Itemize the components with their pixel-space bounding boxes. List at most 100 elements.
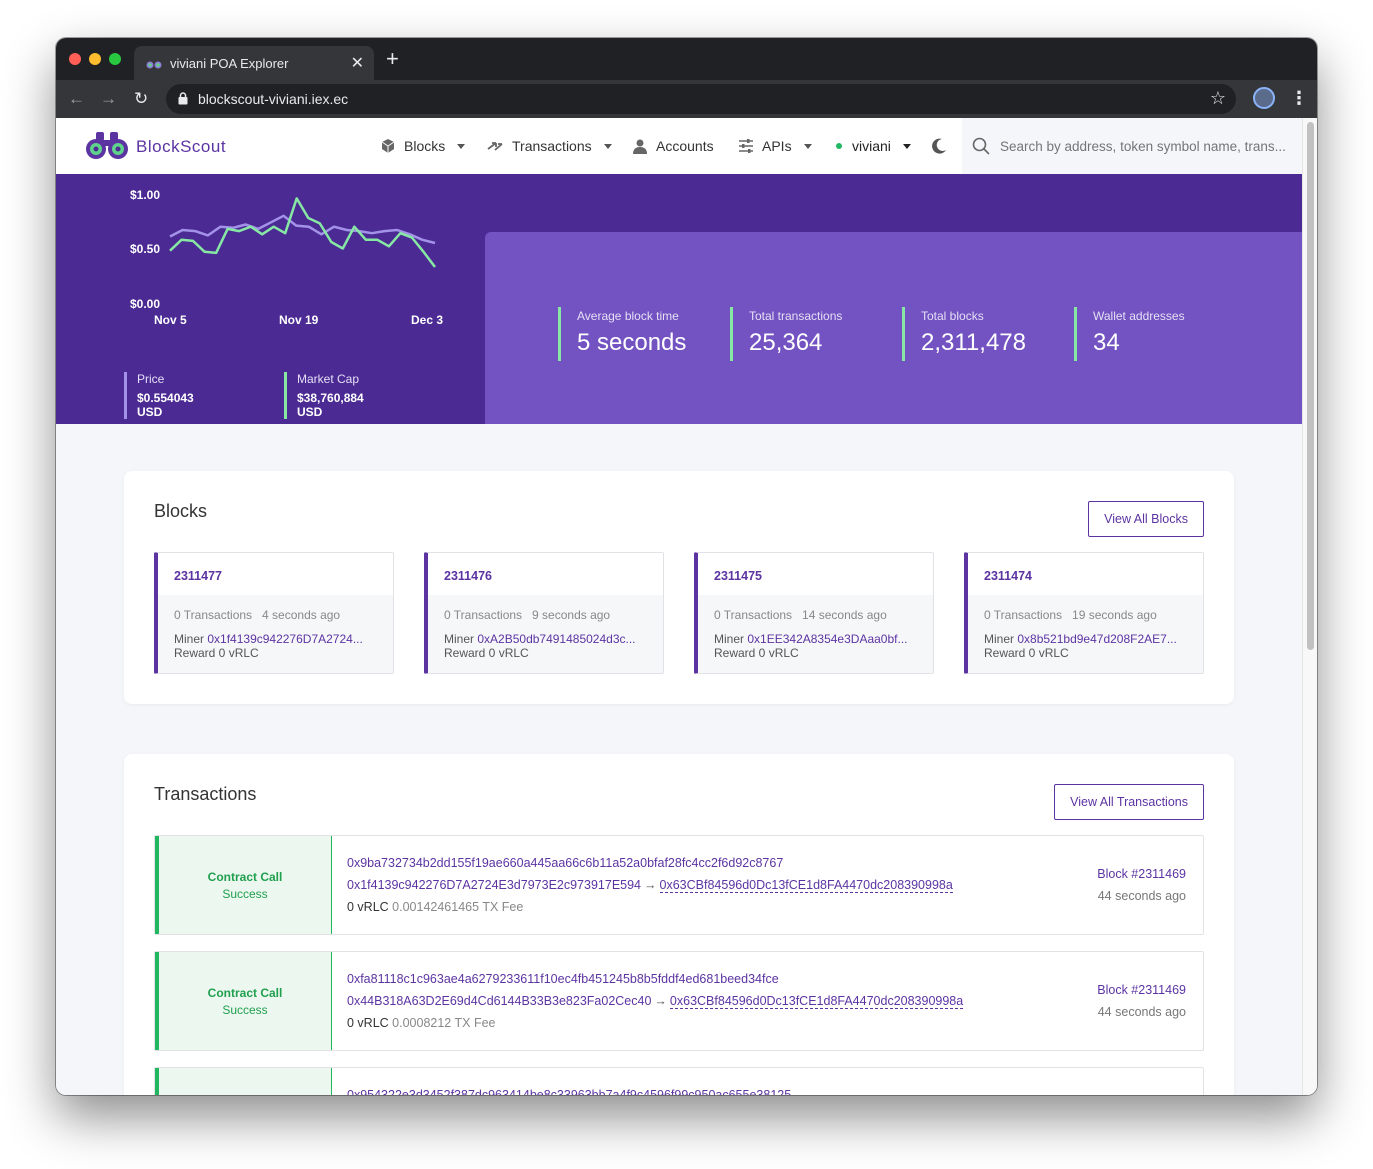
address-bar[interactable]: blockscout-viviani.iex.ec ☆ xyxy=(166,84,1236,114)
minimize-window-button[interactable] xyxy=(89,53,101,65)
forward-arrow-icon[interactable]: → xyxy=(100,89,117,109)
search-input[interactable] xyxy=(1000,135,1295,157)
block-tile: 2311477 0 Transactions 4 seconds ago Mine… xyxy=(154,552,394,674)
tx-status-panel xyxy=(155,1068,332,1095)
tx-fee-value: 0.00142461465 TX Fee xyxy=(392,900,524,914)
block-number-link[interactable]: 2311477 xyxy=(174,569,222,583)
arrow-right-icon: → xyxy=(654,994,667,1008)
miner-address-link[interactable]: 0x8b521bd9e47d208F2AE7... xyxy=(1017,632,1176,646)
url-text: blockscout-viviani.iex.ec xyxy=(198,91,349,107)
market-cap-value: $38,760,884 xyxy=(297,391,364,405)
back-arrow-icon[interactable]: ← xyxy=(68,89,85,109)
search-icon xyxy=(972,137,990,155)
transactions-card: Transactions View All Transactions Contr… xyxy=(124,754,1234,1095)
tx-status-panel: Contract Call Success xyxy=(155,952,332,1050)
block-number-link[interactable]: 2311476 xyxy=(444,569,492,583)
nav-apis[interactable]: APIs xyxy=(738,138,812,154)
block-miner: Miner 0x1EE342A8354e3DAaa0bf... xyxy=(714,632,907,646)
nav-accounts[interactable]: Accounts xyxy=(632,138,714,154)
tx-fee: 0 vRLC 0.0008212 TX Fee xyxy=(347,1016,496,1030)
network-selector[interactable]: viviani xyxy=(836,138,911,154)
stat-average-block-time: Average block time 5 seconds xyxy=(558,307,686,361)
lock-icon xyxy=(178,92,188,105)
nav-blocks-label: Blocks xyxy=(404,138,446,154)
nav-transactions-label: Transactions xyxy=(512,138,592,154)
market-cap-unit: USD xyxy=(297,405,323,419)
browser-tab[interactable]: viviani POA Explorer ✕ xyxy=(134,46,374,80)
miner-address-link[interactable]: 0x1EE342A8354e3DAaa0bf... xyxy=(747,632,907,646)
tx-status-panel: Contract Call Success xyxy=(155,836,332,934)
scrollbar-thumb[interactable] xyxy=(1307,122,1314,650)
block-age: 9 seconds ago xyxy=(532,608,611,622)
block-reward: Reward 0 vRLC xyxy=(444,646,529,660)
view-all-blocks-button[interactable]: View All Blocks xyxy=(1088,501,1204,537)
nav-blocks[interactable]: Blocks xyxy=(380,138,466,154)
block-tile: 2311476 0 Transactions 9 seconds ago Mine… xyxy=(424,552,664,674)
stat-total-blocks: Total blocks 2,311,478 xyxy=(902,307,1026,361)
price-chart-plot xyxy=(169,197,436,268)
tx-from-link[interactable]: 0x1f4139c942276D7A2724E3d7973E2c973917E5… xyxy=(347,878,641,892)
tx-hash-link[interactable]: 0x9ba732734b2dd155f19ae660a445aa66c6b11a… xyxy=(347,856,783,870)
network-stats-panel: Average block time 5 seconds Total trans… xyxy=(485,232,1302,424)
miner-address-link[interactable]: 0xA2B50db7491485024d3c... xyxy=(477,632,635,646)
brand-name[interactable]: BlockScout xyxy=(136,137,226,157)
blocks-card: Blocks View All Blocks 2311477 0 Transac… xyxy=(124,471,1234,704)
miner-address-link[interactable]: 0x1f4139c942276D7A2724... xyxy=(207,632,362,646)
sliders-icon xyxy=(739,139,753,153)
transaction-tile: Contract Call Success 0xfa81118c1c963ae4… xyxy=(154,951,1204,1051)
maximize-window-button[interactable] xyxy=(109,53,121,65)
transactions-title: Transactions xyxy=(154,784,257,804)
close-window-button[interactable] xyxy=(69,53,81,65)
reload-icon[interactable]: ↻ xyxy=(134,89,148,109)
tx-to-link[interactable]: 0x63CBf84596d0Dc13fCE1d8FA4470dc20839099… xyxy=(669,994,964,1009)
site-header: BlockScout Blocks Transactions Accounts … xyxy=(56,118,1302,174)
chevron-down-icon xyxy=(457,143,466,149)
view-all-transactions-button[interactable]: View All Transactions xyxy=(1054,784,1204,820)
tx-hash-link[interactable]: 0xfa81118c1c963ae4a6279233611f10ec4fb451… xyxy=(347,972,779,986)
miner-label: Miner xyxy=(174,632,205,646)
price-stat: Price $0.554043 USD xyxy=(124,372,194,419)
page-viewport: BlockScout Blocks Transactions Accounts … xyxy=(56,118,1317,1095)
tx-to-link[interactable]: 0x63CBf84596d0Dc13fCE1d8FA4470dc20839099… xyxy=(659,878,953,893)
browser-menu-icon[interactable]: ⋮ xyxy=(1290,88,1308,109)
tx-addresses: 0x1f4139c942276D7A2724E3d7973E2c973917E5… xyxy=(347,878,953,893)
bookmark-star-icon[interactable]: ☆ xyxy=(1210,88,1226,109)
block-miner: Miner 0x8b521bd9e47d208F2AE7... xyxy=(984,632,1177,646)
block-age: 14 seconds ago xyxy=(802,608,887,622)
network-name: viviani xyxy=(852,138,891,154)
tx-block-link[interactable]: Block #2311469 xyxy=(1097,983,1186,997)
tx-hash-link[interactable]: 0x954322e3d3452f387dc963414be8c33963bb7a… xyxy=(347,1088,791,1095)
tx-age: 44 seconds ago xyxy=(1097,889,1186,903)
block-tx-count: 0 Transactions xyxy=(714,608,793,622)
block-age: 19 seconds ago xyxy=(1072,608,1157,622)
tx-block-link[interactable]: Block #2311469 xyxy=(1097,867,1186,881)
dark-mode-moon-icon[interactable] xyxy=(930,137,948,155)
block-number-link[interactable]: 2311474 xyxy=(984,569,1032,583)
tx-from-link[interactable]: 0x44B318A63D2E69d4Cd6144B33B3e823Fa02Cec… xyxy=(347,994,651,1008)
block-meta: 0 Transactions 9 seconds ago xyxy=(444,608,610,622)
tx-fee: 0 vRLC 0.00142461465 TX Fee xyxy=(347,900,523,914)
blockscout-logo-icon[interactable] xyxy=(86,130,128,160)
new-tab-icon[interactable]: + xyxy=(386,48,399,70)
stat-value: 2,311,478 xyxy=(921,329,1026,356)
miner-label: Miner xyxy=(444,632,475,646)
nav-transactions[interactable]: Transactions xyxy=(486,138,612,154)
tx-fee-value: 0.0008212 TX Fee xyxy=(392,1016,496,1030)
tx-type: Contract Call xyxy=(207,986,283,1000)
stat-label: Wallet addresses xyxy=(1093,309,1185,323)
block-number-link[interactable]: 2311475 xyxy=(714,569,762,583)
browser-tabbar: viviani POA Explorer ✕ + xyxy=(56,38,1317,80)
price-label: Price xyxy=(137,372,165,386)
page-scrollbar[interactable] xyxy=(1302,118,1317,1095)
tx-age: 44 seconds ago xyxy=(1097,1005,1186,1019)
stat-value: 34 xyxy=(1093,329,1120,356)
close-tab-icon[interactable]: ✕ xyxy=(351,53,364,73)
stat-wallet-addresses: Wallet addresses 34 xyxy=(1074,307,1185,361)
price-unit: USD xyxy=(137,405,163,419)
price-chart: $1.00 $0.50 $0.00 Nov 5 Nov 19 Dec 3 Pri… xyxy=(56,174,486,424)
block-tile: 2311475 0 Transactions 14 seconds ago Min… xyxy=(694,552,934,674)
profile-avatar[interactable] xyxy=(1253,87,1275,109)
transaction-tile: 0x954322e3d3452f387dc963414be8c33963bb7a… xyxy=(154,1067,1204,1095)
user-icon xyxy=(633,139,647,154)
block-meta: 0 Transactions 4 seconds ago xyxy=(174,608,340,622)
